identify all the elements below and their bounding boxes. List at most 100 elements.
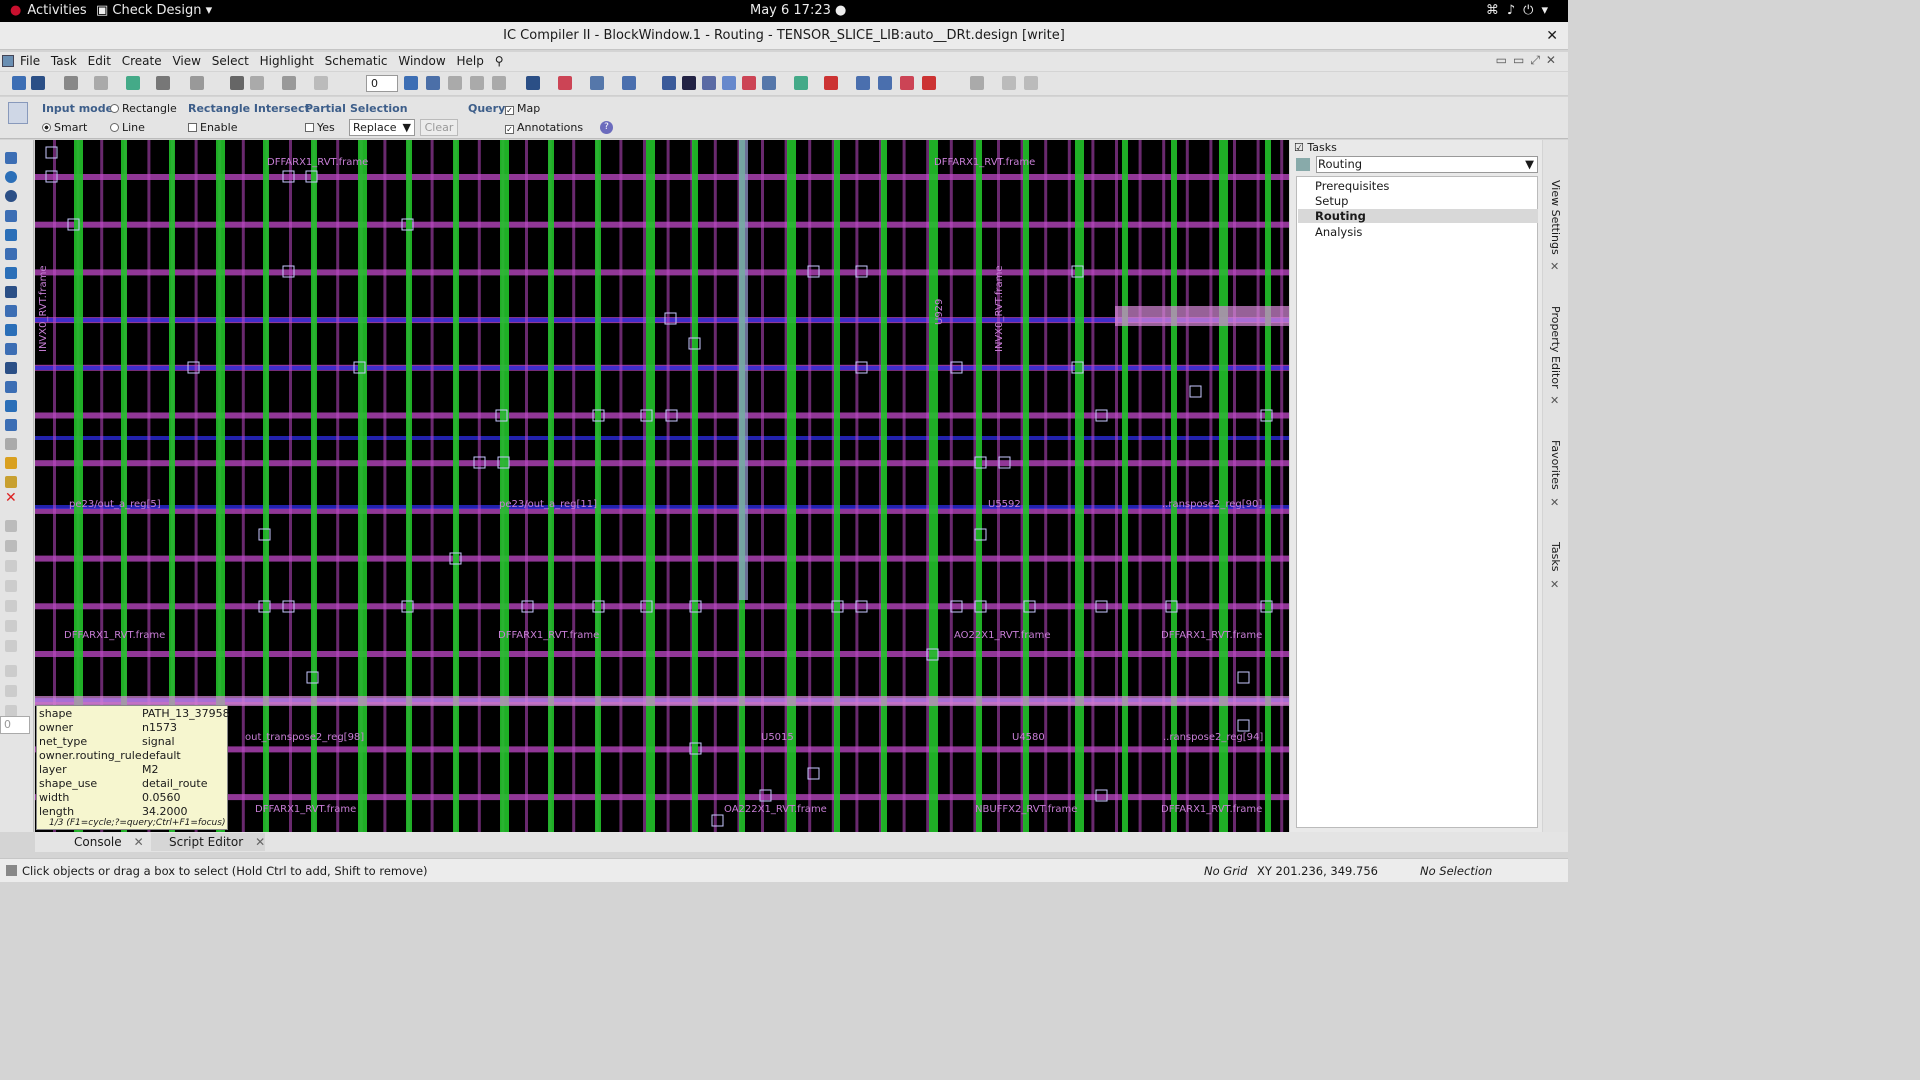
schematic-icon[interactable] <box>590 76 604 90</box>
table-icon[interactable] <box>762 76 776 90</box>
clock[interactable]: May 6 17:23 ● <box>750 3 846 18</box>
layout-canvas[interactable]: DFFARX1_RVT.frame DFFARX1_RVT.frame INVX… <box>35 140 1289 832</box>
redo-icon[interactable] <box>314 76 328 90</box>
task-item-routing[interactable]: Routing <box>1298 209 1538 223</box>
smart-radio[interactable]: Smart <box>42 121 87 134</box>
layer-icon[interactable] <box>5 362 17 374</box>
activities-button[interactable]: ● Activities <box>10 3 87 18</box>
info-icon[interactable] <box>5 171 17 183</box>
align-icon[interactable] <box>5 305 17 317</box>
undo-icon[interactable] <box>282 76 296 90</box>
app-menu[interactable]: ▣ Check Design ▾ <box>96 3 212 18</box>
console-icon[interactable] <box>526 76 540 90</box>
menu-edit[interactable]: Edit <box>88 54 111 68</box>
flip-icon[interactable] <box>5 324 17 336</box>
menu-help[interactable]: Help <box>457 54 484 68</box>
select-icon[interactable] <box>5 152 17 164</box>
tool-icon[interactable] <box>5 685 17 697</box>
enable-checkbox[interactable]: Enable <box>188 121 237 134</box>
menu-file[interactable]: File <box>20 54 40 68</box>
report-icon[interactable] <box>900 76 914 90</box>
select-tool-icon[interactable] <box>190 76 204 90</box>
clear-button[interactable]: Clear <box>420 119 458 136</box>
left-spin-input[interactable]: 0 <box>0 716 30 734</box>
task-item-prerequisites[interactable]: Prerequisites <box>1315 179 1389 193</box>
copy-icon[interactable] <box>5 286 17 298</box>
tool-icon[interactable] <box>5 665 17 677</box>
edit-icon[interactable] <box>64 76 78 90</box>
tool-icon[interactable] <box>5 560 17 572</box>
delete-icon[interactable] <box>94 76 108 90</box>
route-icon[interactable] <box>156 76 170 90</box>
zoom-icon[interactable] <box>5 190 17 202</box>
menu-schematic[interactable]: Schematic <box>325 54 388 68</box>
zoom-icon[interactable] <box>230 76 244 90</box>
tool-icon[interactable] <box>5 640 17 652</box>
favorites-tab[interactable]: Favorites <box>1549 440 1562 490</box>
lvs-icon[interactable] <box>922 76 936 90</box>
ruler-icon[interactable] <box>5 343 17 355</box>
layer-icon[interactable] <box>682 76 696 90</box>
close-icon[interactable]: ✕ <box>1550 496 1559 509</box>
report-icon[interactable] <box>878 76 892 90</box>
rectangle-icon[interactable] <box>5 210 17 222</box>
system-tray[interactable]: ⌘♪⏻▾ <box>1486 3 1556 18</box>
close-icon[interactable]: ✕ <box>1550 260 1559 273</box>
close-window-button[interactable]: ✕ <box>1546 22 1558 50</box>
analysis-icon[interactable] <box>742 76 756 90</box>
close-icon[interactable]: ✕ <box>1550 578 1559 591</box>
hierarchy-icon[interactable] <box>558 76 572 90</box>
tool-icon[interactable] <box>5 580 17 592</box>
align-icon[interactable] <box>492 76 506 90</box>
tab-console[interactable]: Console ✕ <box>56 833 144 851</box>
selection-mode-select[interactable]: Replace ▼ <box>349 119 415 136</box>
close-icon[interactable]: ✕ <box>1550 394 1559 407</box>
property-editor-tab[interactable]: Property Editor <box>1549 306 1562 389</box>
settings-icon[interactable] <box>1002 76 1016 90</box>
map-checkbox[interactable]: ✓ Map <box>505 102 540 115</box>
task-item-analysis[interactable]: Analysis <box>1315 225 1362 239</box>
tool-icon[interactable] <box>404 76 418 90</box>
menu-highlight[interactable]: Highlight <box>260 54 314 68</box>
unlock-icon[interactable] <box>5 540 17 552</box>
tasks-tab[interactable]: Tasks <box>1549 542 1562 571</box>
menu-view[interactable]: View <box>172 54 200 68</box>
zoom-fit-icon[interactable] <box>250 76 264 90</box>
pattern-icon[interactable] <box>5 438 17 450</box>
move-icon[interactable] <box>5 229 17 241</box>
settings-icon[interactable] <box>1024 76 1038 90</box>
align-icon[interactable] <box>470 76 484 90</box>
chart-icon[interactable] <box>856 76 870 90</box>
grid-icon[interactable] <box>702 76 716 90</box>
split-icon[interactable] <box>5 267 17 279</box>
open-icon[interactable] <box>12 76 26 90</box>
menu-create[interactable]: Create <box>122 54 162 68</box>
align-icon[interactable] <box>448 76 462 90</box>
text-icon[interactable] <box>5 419 17 431</box>
array-icon[interactable] <box>5 400 17 412</box>
lock-icon[interactable] <box>5 520 17 532</box>
partial-yes-checkbox[interactable]: Yes <box>305 121 335 134</box>
map-icon[interactable] <box>794 76 808 90</box>
timing-icon[interactable] <box>722 76 736 90</box>
tool-icon[interactable] <box>426 76 440 90</box>
menu-task[interactable]: Task <box>51 54 77 68</box>
star-icon[interactable] <box>126 76 140 90</box>
tool-icon[interactable] <box>5 600 17 612</box>
color-icon[interactable] <box>5 457 17 469</box>
stretch-icon[interactable] <box>5 248 17 260</box>
tab-script-editor[interactable]: Script Editor ✕ <box>151 833 266 851</box>
drc-icon[interactable] <box>824 76 838 90</box>
group-icon[interactable] <box>5 381 17 393</box>
save-icon[interactable] <box>31 76 45 90</box>
view-settings-tab[interactable]: View Settings <box>1549 180 1562 255</box>
task-select[interactable]: Routing ▼ <box>1316 156 1538 173</box>
highlight-icon[interactable] <box>5 476 17 488</box>
delete-icon[interactable]: ✕ <box>5 491 17 505</box>
line-radio[interactable]: Line <box>110 121 145 134</box>
annotations-checkbox[interactable]: ✓ Annotations <box>505 121 583 134</box>
cell-icon[interactable] <box>662 76 676 90</box>
level-spinner[interactable]: 0 <box>366 75 398 92</box>
pointer-tool-icon[interactable] <box>8 102 28 124</box>
settings-icon[interactable] <box>970 76 984 90</box>
